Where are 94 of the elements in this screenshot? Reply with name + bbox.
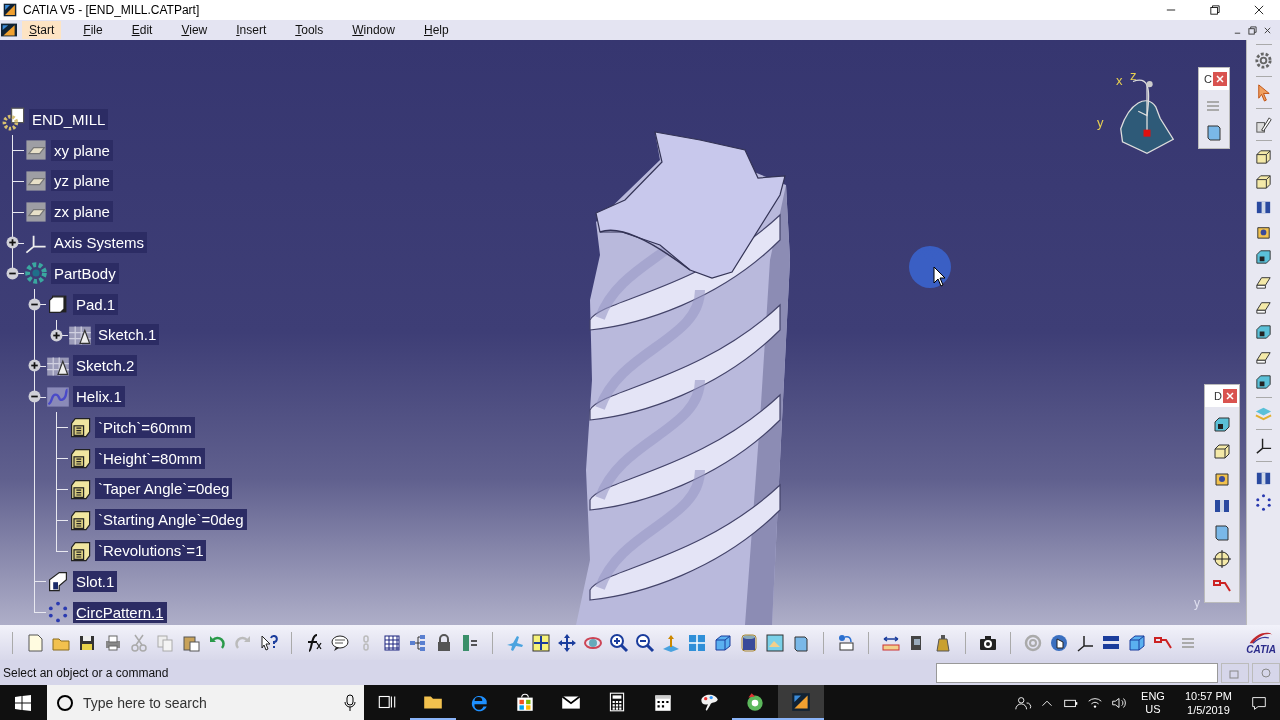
toolbar-title: D [1214,390,1222,402]
speech-bubble-icon[interactable] [330,632,350,653]
search-field[interactable]: Type here to search [81,693,344,712]
status-message: Select an object or a command [2,665,169,680]
zoom-out-icon[interactable] [635,632,655,653]
region-indicator[interactable]: US [1145,702,1161,716]
frame-icon[interactable] [1204,122,1224,142]
tree-node-label[interactable]: `Height`=80mm [95,447,205,469]
part-icon [2,107,26,132]
microphone-icon[interactable] [344,693,356,712]
axes-icon[interactable] [1254,436,1273,455]
menu-item[interactable]: Help [416,21,456,39]
four-views-icon[interactable] [687,632,707,653]
menu-item[interactable]: File [76,21,110,39]
image-icon[interactable] [765,632,785,653]
printer-icon[interactable] [103,632,123,653]
tree-node-label[interactable]: `Taper Angle`=0deg [95,478,233,500]
axis-label: y [1097,115,1104,130]
brand-logo: CATIA [1246,630,1280,655]
settings-icon[interactable] [1254,51,1273,70]
close-icon[interactable] [1254,5,1264,15]
toolbar-title: C [1204,73,1212,85]
axis-label: y [1194,596,1200,610]
tree-node-label[interactable]: PartBody [51,262,119,284]
parameter-icon [68,446,92,471]
expand-toggle[interactable] [28,297,41,311]
circular-pattern-icon[interactable] [1254,493,1273,512]
tree-node-label[interactable]: Helix.1 [73,386,125,408]
axis-label: z [1130,68,1137,83]
app-icon [0,22,18,38]
tree-node-label[interactable]: Slot.1 [73,570,118,592]
catia-app-icon[interactable] [778,685,824,720]
menu-item[interactable]: Window [345,21,402,39]
slot-icon [46,569,70,594]
window-title: CATIA V5 - [END_MILL.CATPart] [23,3,200,17]
tree-node-label[interactable]: Pad.1 [73,293,119,315]
clock-date[interactable]: 1/5/2019 [1187,702,1230,717]
tree-node-label[interactable]: Sketch.1 [95,324,160,346]
weight-icon[interactable] [933,632,953,653]
help-pointer-icon[interactable] [259,632,279,653]
fit-all-icon[interactable] [531,632,551,653]
axis-label: x [1116,73,1123,88]
circle-icon [1260,666,1272,679]
cube-icon[interactable] [713,632,733,653]
zoom-in-icon[interactable] [609,632,629,653]
plane-icon [24,169,48,193]
frame-icon[interactable] [1212,522,1232,542]
cylinder-icon[interactable] [739,632,759,653]
expand-toggle[interactable] [6,236,19,250]
close-icon[interactable] [1263,25,1272,35]
menu-item[interactable]: Insert [229,21,274,39]
list-icon[interactable] [460,632,480,653]
search-icon[interactable] [55,692,75,713]
hand-globe-icon[interactable] [1049,632,1069,653]
restore-icon[interactable] [1210,5,1220,15]
clock-time[interactable]: 10:57 PM [1184,688,1232,703]
tree-node-label[interactable]: Sketch.2 [73,355,138,377]
tree-node-label[interactable]: `Revolutions`=1 [95,540,207,562]
plane-icon [24,199,48,224]
menu-item[interactable]: Edit [124,21,160,39]
search-box[interactable]: Type here to search [47,685,364,720]
language-indicator[interactable]: ENG [1141,689,1165,703]
tree-node-label[interactable]: `Starting Angle`=0deg [95,509,247,531]
parameter-icon [68,415,92,440]
tree-node-label[interactable]: CircPattern.1 [73,601,167,623]
menu-item[interactable]: Tools [288,21,331,39]
tree-node-label[interactable]: yz plane [51,170,113,192]
tree-node-label[interactable]: END_MILL [29,108,109,130]
table-icon[interactable] [382,632,402,653]
tree-node-label[interactable]: `Pitch`=60mm [95,416,195,438]
plane-icon [24,138,48,163]
target-icon[interactable] [1212,549,1232,569]
cube-icon[interactable] [1127,632,1147,653]
tree-node-label[interactable]: Axis Systems [51,232,147,254]
helix-icon [46,384,70,409]
expand-toggle[interactable] [50,328,63,342]
command-input[interactable] [936,662,1218,683]
circular-pattern-icon [46,600,70,625]
expand-toggle[interactable] [6,267,19,280]
tree-node-label[interactable]: xy plane [51,139,113,161]
windows-logo-icon[interactable] [15,694,31,711]
tree-diagram-icon[interactable] [408,632,428,653]
compass-drawing[interactable] [1120,79,1174,154]
tree-node-label[interactable]: zx plane [51,201,113,223]
swap-icon[interactable] [836,632,856,653]
app-icon [3,3,17,17]
menu-item[interactable]: Start [22,21,62,39]
new-document-icon[interactable] [25,632,45,653]
sketcher-icon[interactable] [1254,115,1273,134]
expand-toggle[interactable] [28,390,41,404]
expand-toggle[interactable] [28,359,41,373]
pan-icon[interactable] [557,632,577,653]
menu-item[interactable]: View [174,21,215,39]
gear-icon [24,261,48,286]
